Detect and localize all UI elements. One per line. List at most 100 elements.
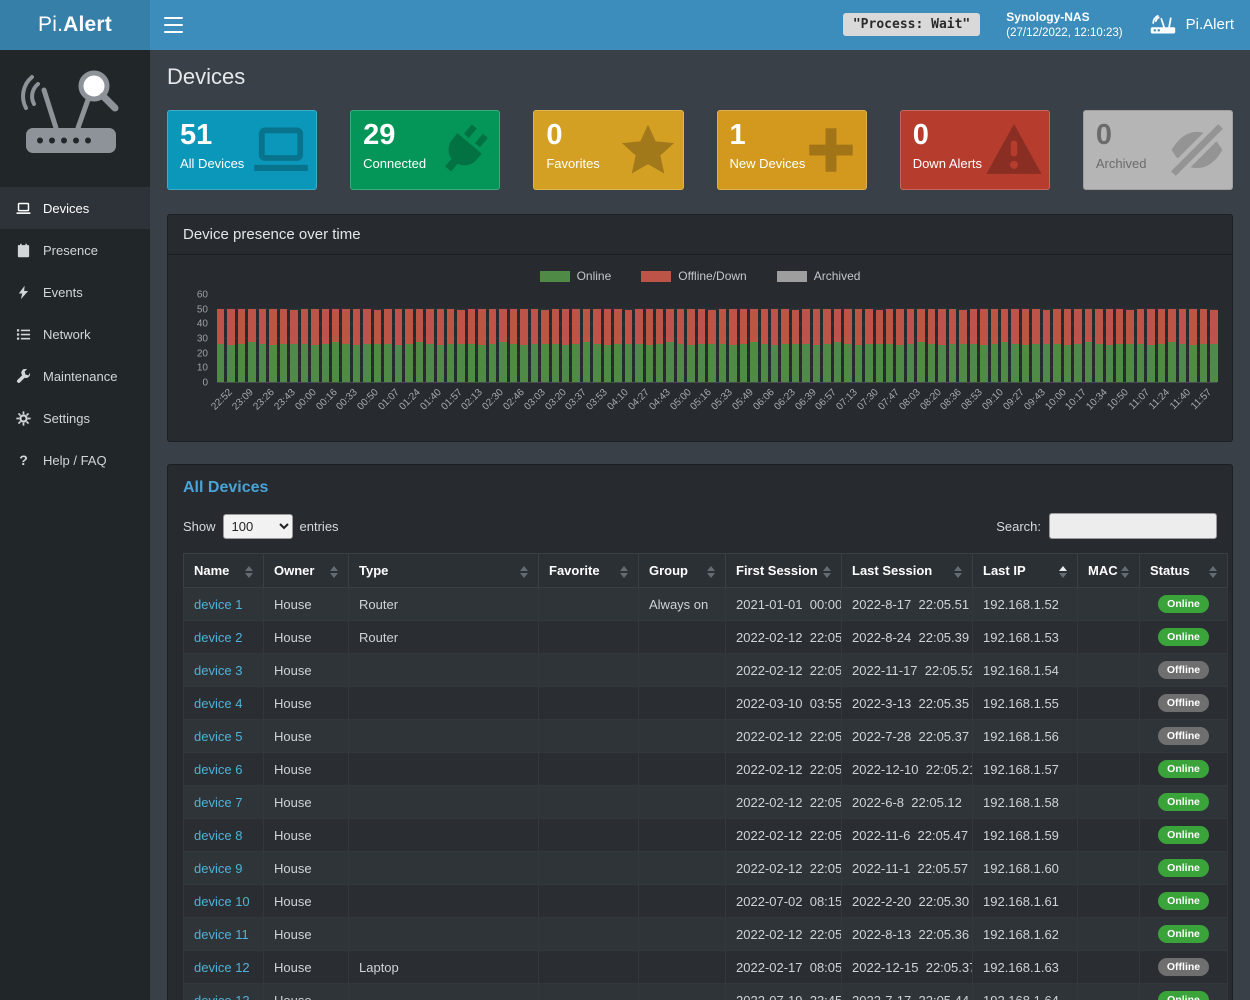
table-row: device 8House2022-02-12 22:052022-11-6 2… <box>184 819 1228 852</box>
presence-panel: Device presence over time OnlineOffline/… <box>167 214 1233 442</box>
offline-segment <box>959 310 966 344</box>
host-timestamp: (27/12/2022, 12:10:23) <box>1006 25 1122 41</box>
offline-segment <box>447 309 454 344</box>
offline-segment <box>593 309 600 344</box>
status-badge: Online <box>1158 859 1209 877</box>
cell-name: device 9 <box>184 852 264 885</box>
chart-bar <box>917 309 924 382</box>
summary-card-new-devices[interactable]: 1New Devices <box>717 110 867 190</box>
offline-segment <box>813 309 820 346</box>
offline-segment <box>907 309 914 344</box>
device-link[interactable]: device 11 <box>194 927 249 942</box>
cell-type: Router <box>349 588 539 621</box>
device-link[interactable]: device 13 <box>194 993 250 1000</box>
online-segment <box>823 344 830 382</box>
sidebar-item-help-faq[interactable]: ?Help / FAQ <box>0 439 150 481</box>
cell-status: Online <box>1140 984 1228 1000</box>
eye-slash-icon <box>1168 121 1226 179</box>
sidebar-item-events[interactable]: Events <box>0 271 150 313</box>
sidebar-item-settings[interactable]: Settings <box>0 397 150 439</box>
offline-segment <box>1168 309 1175 343</box>
column-header-owner[interactable]: Owner <box>264 554 349 588</box>
cell-owner: House <box>264 819 349 852</box>
device-link[interactable]: device 1 <box>194 597 242 612</box>
sort-icon <box>330 566 338 578</box>
cell-status: Online <box>1140 819 1228 852</box>
entries-select[interactable]: 100 <box>223 514 293 539</box>
cell-first_session: 2022-02-12 22:05 <box>726 819 842 852</box>
sidebar-item-network[interactable]: Network <box>0 313 150 355</box>
sidebar-item-devices[interactable]: Devices <box>0 187 150 229</box>
offline-segment <box>290 310 297 344</box>
status-badge: Online <box>1158 991 1209 1000</box>
column-header-first-session[interactable]: First Session <box>726 554 842 588</box>
cell-first_session: 2022-07-02 08:15 <box>726 885 842 918</box>
online-segment <box>280 344 287 382</box>
summary-card-all-devices[interactable]: 51All Devices <box>167 110 317 190</box>
sidebar-item-maintenance[interactable]: Maintenance <box>0 355 150 397</box>
summary-card-favorites[interactable]: 0Favorites <box>533 110 683 190</box>
cell-status: Online <box>1140 753 1228 786</box>
device-link[interactable]: device 5 <box>194 729 242 744</box>
search-input[interactable] <box>1049 513 1217 539</box>
cell-name: device 3 <box>184 654 264 687</box>
device-link[interactable]: device 3 <box>194 663 242 678</box>
chart-bar <box>499 309 506 382</box>
offline-segment <box>1043 310 1050 344</box>
device-link[interactable]: device 6 <box>194 762 242 777</box>
legend-offline-down[interactable]: Offline/Down <box>641 269 746 283</box>
summary-card-down-alerts[interactable]: 0Down Alerts <box>900 110 1050 190</box>
column-header-last-session[interactable]: Last Session <box>842 554 973 588</box>
device-link[interactable]: device 10 <box>194 894 250 909</box>
summary-card-archived[interactable]: 0Archived <box>1083 110 1233 190</box>
column-label: Type <box>359 563 388 578</box>
plug-icon <box>435 121 493 179</box>
online-segment <box>980 345 987 382</box>
cell-last_session: 2022-8-24 22:05.39 <box>842 621 973 654</box>
column-header-type[interactable]: Type <box>349 554 539 588</box>
offline-segment <box>259 309 266 344</box>
device-link[interactable]: device 7 <box>194 795 242 810</box>
column-header-group[interactable]: Group <box>639 554 726 588</box>
column-header-favorite[interactable]: Favorite <box>539 554 639 588</box>
column-header-mac[interactable]: MAC <box>1078 554 1140 588</box>
offline-segment <box>342 309 349 344</box>
online-segment <box>991 344 998 382</box>
online-segment <box>970 344 977 382</box>
online-segment <box>1106 345 1113 382</box>
cell-last_ip: 192.168.1.54 <box>973 654 1078 687</box>
online-segment <box>625 344 632 382</box>
cell-favorite <box>539 720 639 753</box>
cell-first_session: 2022-02-12 22:05 <box>726 852 842 885</box>
offline-segment <box>248 309 255 343</box>
column-label: MAC <box>1088 563 1118 578</box>
cell-group <box>639 621 726 654</box>
device-link[interactable]: device 9 <box>194 861 242 876</box>
device-link[interactable]: device 4 <box>194 696 242 711</box>
column-header-name[interactable]: Name <box>184 554 264 588</box>
offline-segment <box>238 309 245 344</box>
online-segment <box>907 344 914 382</box>
legend-online[interactable]: Online <box>540 269 612 283</box>
device-link[interactable]: device 12 <box>194 960 250 975</box>
chart-bar <box>593 309 600 382</box>
cell-owner: House <box>264 852 349 885</box>
column-header-status[interactable]: Status <box>1140 554 1228 588</box>
column-header-last-ip[interactable]: Last IP <box>973 554 1078 588</box>
presence-chart: OnlineOffline/DownArchived 0102030405060… <box>168 255 1232 441</box>
legend-archived[interactable]: Archived <box>777 269 861 283</box>
chart-bar <box>363 309 370 382</box>
hamburger-icon[interactable] <box>150 0 196 50</box>
offline-segment <box>353 309 360 346</box>
chart-bar <box>855 309 862 382</box>
status-badge: Online <box>1158 793 1209 811</box>
cell-type <box>349 852 539 885</box>
device-link[interactable]: device 2 <box>194 630 242 645</box>
sidebar-item-presence[interactable]: Presence <box>0 229 150 271</box>
y-tick-label: 60 <box>197 290 208 301</box>
legend-swatch <box>641 271 671 282</box>
summary-card-connected[interactable]: 29Connected <box>350 110 500 190</box>
device-link[interactable]: device 8 <box>194 828 242 843</box>
cell-name: device 13 <box>184 984 264 1000</box>
brand-prefix: Pi. <box>38 13 63 37</box>
